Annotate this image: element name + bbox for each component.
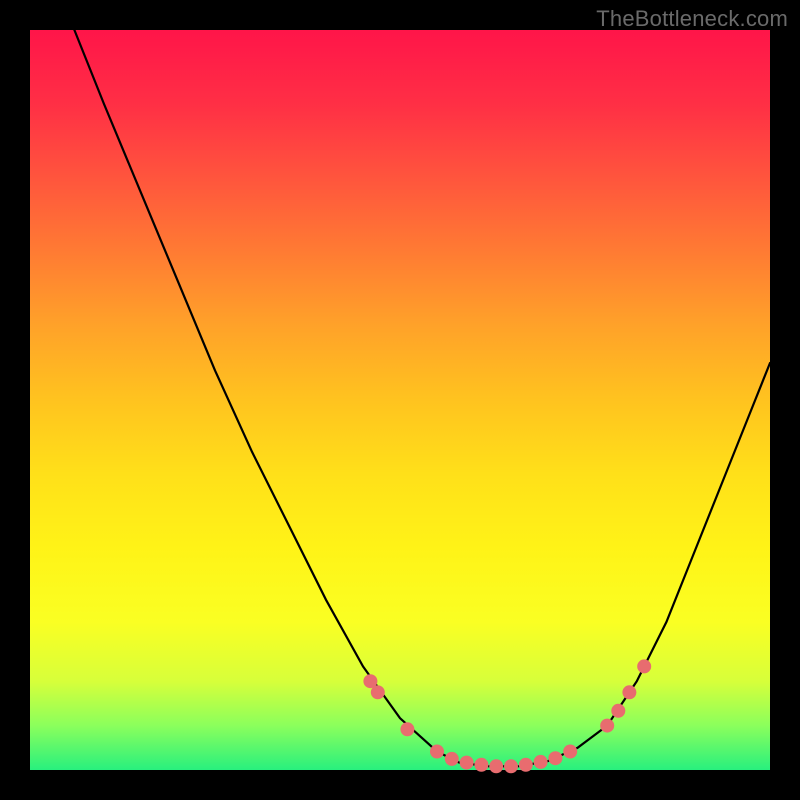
- highlight-point: [611, 704, 625, 718]
- highlight-point: [637, 659, 651, 673]
- highlight-point: [474, 758, 488, 772]
- highlight-point: [622, 685, 636, 699]
- highlight-point: [400, 722, 414, 736]
- watermark-text: TheBottleneck.com: [596, 6, 788, 32]
- highlight-point: [548, 751, 562, 765]
- plot-area: [30, 30, 770, 770]
- highlight-point: [445, 752, 459, 766]
- highlight-points: [363, 659, 651, 773]
- chart-overlay: [30, 30, 770, 770]
- highlight-point: [460, 756, 474, 770]
- highlight-point: [430, 745, 444, 759]
- highlight-point: [519, 758, 533, 772]
- chart-canvas: TheBottleneck.com: [0, 0, 800, 800]
- highlight-point: [600, 719, 614, 733]
- highlight-point: [563, 745, 577, 759]
- highlight-point: [534, 755, 548, 769]
- highlight-point: [371, 685, 385, 699]
- highlight-point: [489, 759, 503, 773]
- highlight-point: [504, 759, 518, 773]
- bottleneck-curve: [74, 30, 770, 766]
